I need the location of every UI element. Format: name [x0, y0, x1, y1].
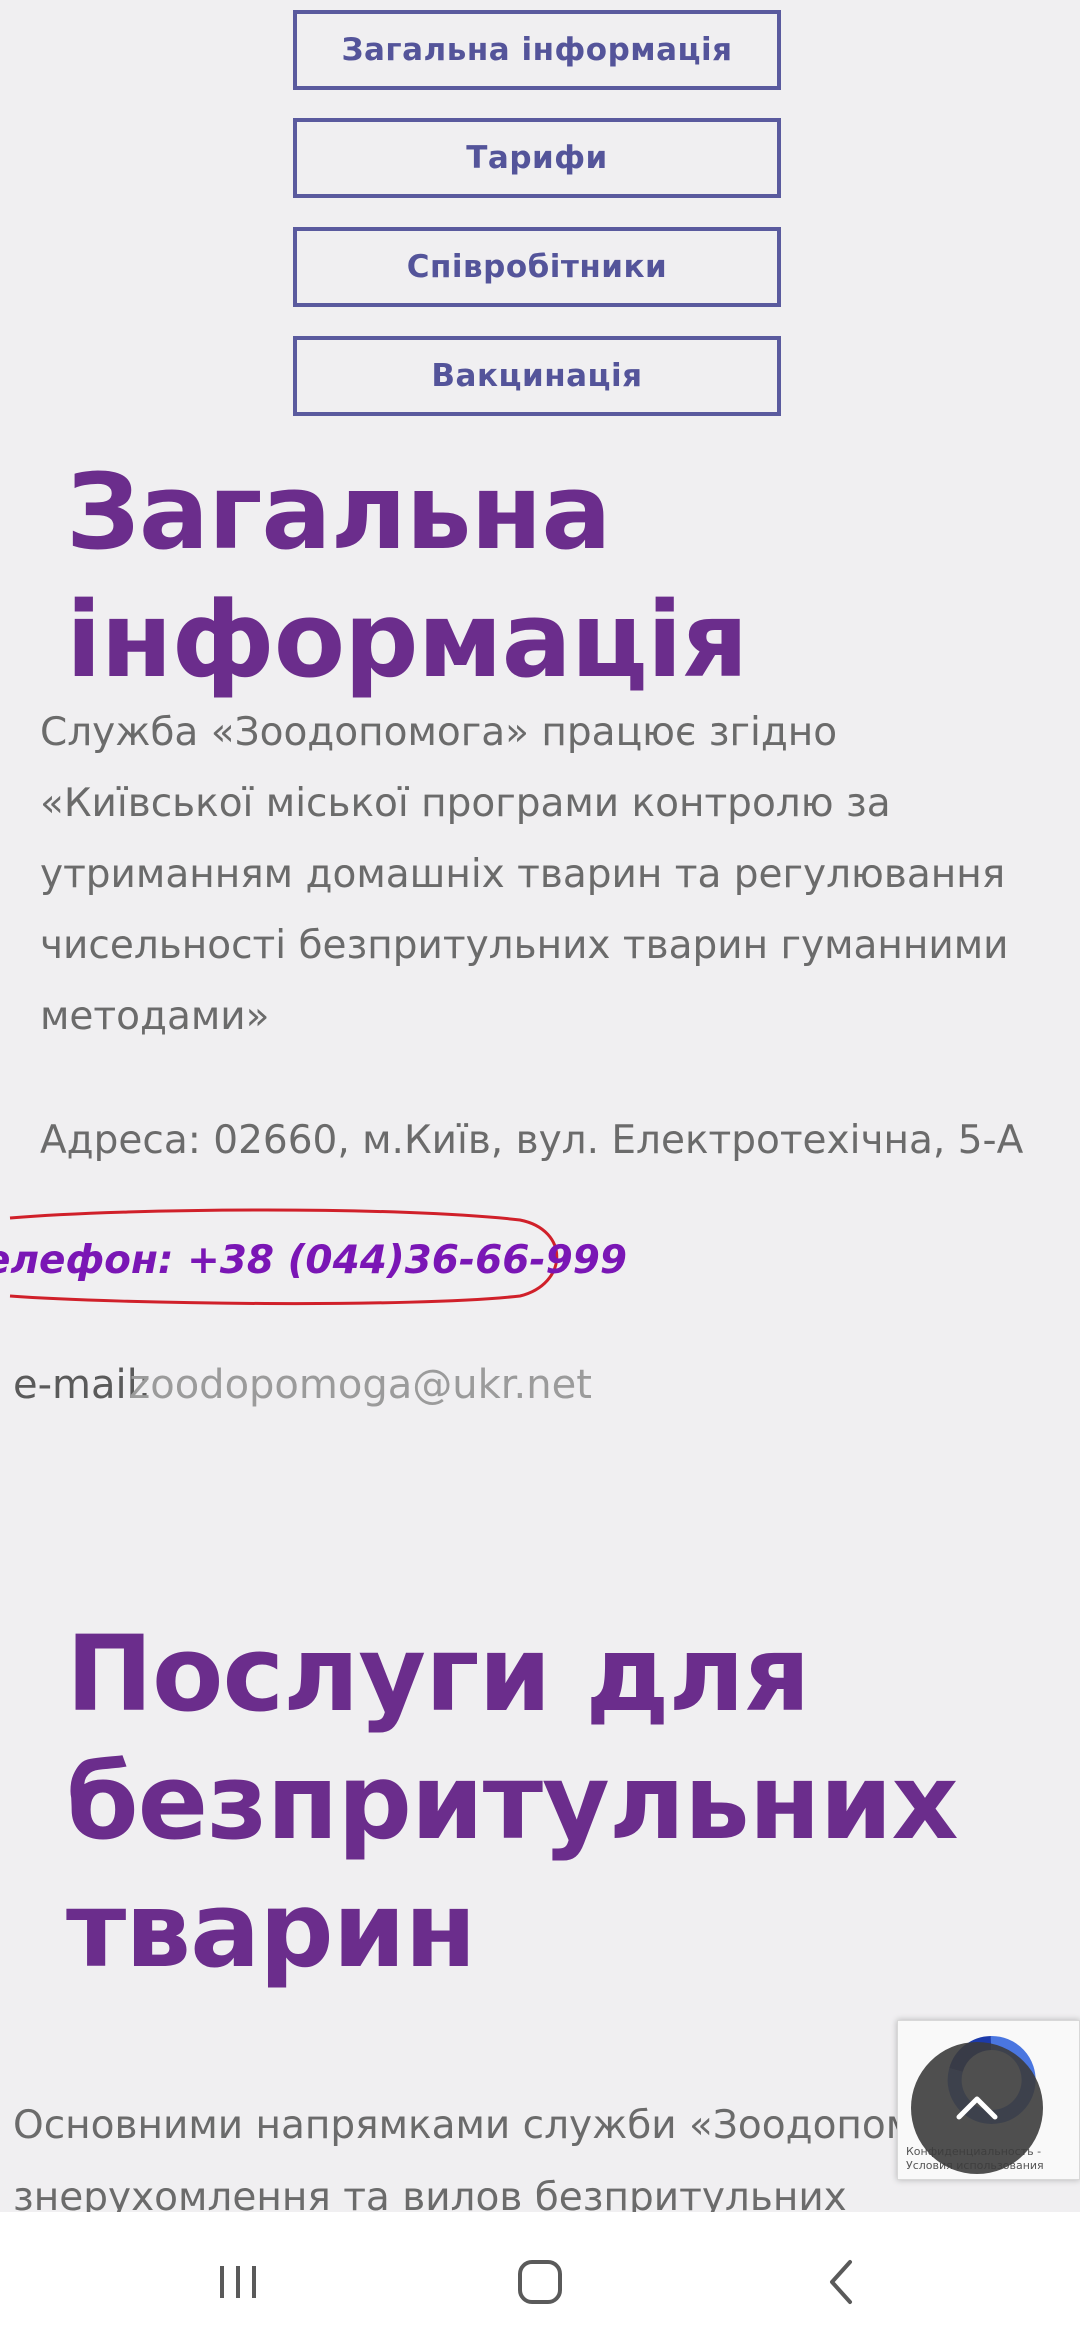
- services-title-line1: Послуги для: [66, 1613, 810, 1735]
- services-title-line3: тварин: [66, 1869, 476, 1991]
- address-text: Адреса: 02660, м.Київ, вул. Електротехіч…: [40, 1118, 1024, 1163]
- phone-link[interactable]: елефон: +38 (044)36-66-999: [0, 1238, 627, 1283]
- services-title: Послуги для безпритульних тварин: [66, 1610, 959, 1994]
- general-info-title-line2: інформація: [66, 579, 748, 701]
- email-line: e-mail:zoodopomoga@ukr.net: [13, 1362, 592, 1408]
- system-navigation-bar: [0, 2212, 1080, 2340]
- general-info-title: Загальна інформація: [66, 448, 748, 704]
- nav-staff-label: Співробітники: [406, 249, 668, 285]
- nav-vaccination-button[interactable]: Вакцинація: [293, 336, 781, 416]
- general-info-title-line1: Загальна: [66, 451, 612, 573]
- nav-general-info-label: Загальна інформація: [341, 32, 733, 68]
- scroll-to-top-button[interactable]: [911, 2042, 1043, 2174]
- nav-staff-button[interactable]: Співробітники: [293, 227, 781, 307]
- nav-general-info-button[interactable]: Загальна інформація: [293, 10, 781, 90]
- services-title-line2: безпритульних: [66, 1741, 959, 1863]
- recent-apps-icon[interactable]: [208, 2252, 268, 2312]
- nav-tariffs-label: Тарифи: [466, 140, 608, 176]
- email-link[interactable]: zoodopomoga@ukr.net: [129, 1362, 592, 1408]
- back-icon[interactable]: [812, 2252, 872, 2312]
- home-icon[interactable]: [510, 2252, 570, 2312]
- nav-vaccination-label: Вакцинація: [431, 358, 643, 394]
- chevron-up-icon: [956, 2096, 998, 2120]
- nav-tariffs-button[interactable]: Тарифи: [293, 118, 781, 198]
- general-description: Служба «Зоодопомога» працює згідно «Київ…: [40, 710, 1009, 1039]
